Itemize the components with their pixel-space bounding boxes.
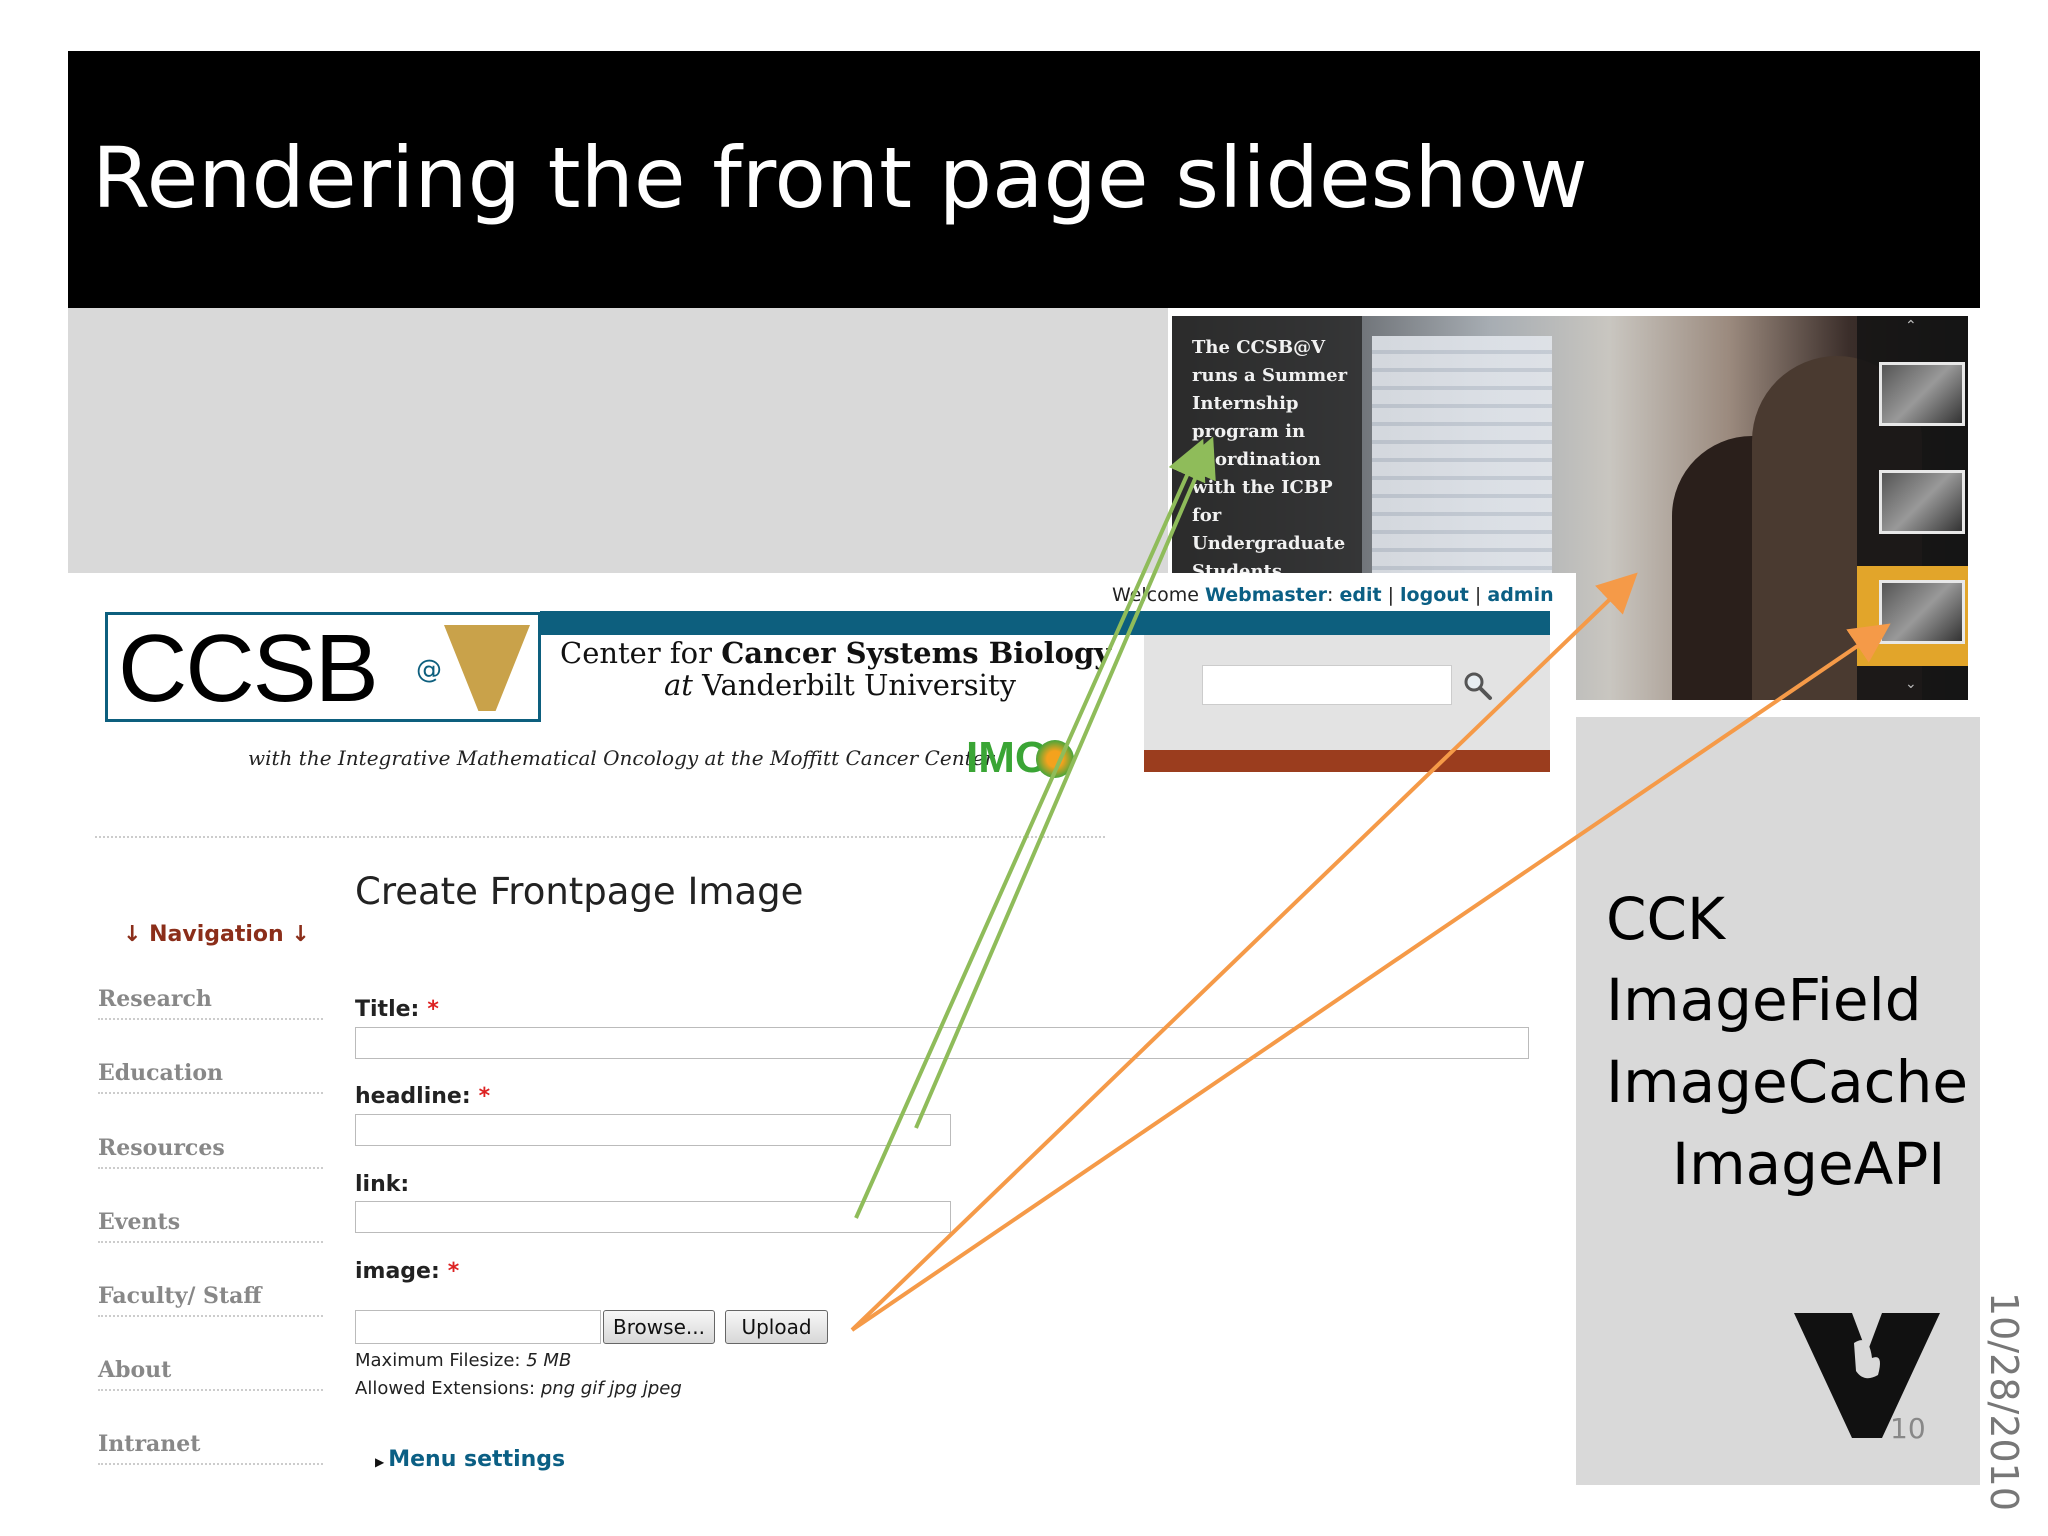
sidebar-item-resources[interactable]: Resources bbox=[98, 1135, 323, 1169]
chevron-up-icon[interactable]: ⌃ bbox=[1905, 318, 1917, 334]
triangle-right-icon: ▶ bbox=[375, 1455, 385, 1469]
image-file-field[interactable] bbox=[355, 1310, 601, 1344]
headline-field[interactable] bbox=[355, 1114, 951, 1146]
sidebar-item-education[interactable]: Education bbox=[98, 1060, 323, 1094]
allowed-extensions-help: Allowed Extensions: png gif jpg jpeg bbox=[355, 1378, 682, 1399]
slideshow-thumbnail[interactable] bbox=[1879, 470, 1965, 534]
browse-button[interactable]: Browse... bbox=[603, 1310, 715, 1344]
thumbnail-strip: ⌃ ⌄ bbox=[1857, 316, 1968, 700]
navigation-heading: ↓ Navigation ↓ bbox=[123, 922, 310, 947]
sidebar-item-events[interactable]: Events bbox=[98, 1209, 323, 1243]
grey-background-top bbox=[68, 308, 1168, 573]
link-field[interactable] bbox=[355, 1201, 951, 1233]
menu-settings-link[interactable]: ▶ Menu settings bbox=[375, 1447, 565, 1472]
vanderbilt-v-icon bbox=[444, 625, 530, 711]
image-label: image: * bbox=[355, 1259, 460, 1284]
module-cck: CCK bbox=[1606, 885, 1726, 953]
header-rust-bar bbox=[1144, 750, 1550, 772]
slideshow-thumbnail[interactable] bbox=[1879, 580, 1965, 644]
page-title: Create Frontpage Image bbox=[355, 870, 804, 913]
center-name-line2: at Vanderbilt University bbox=[664, 668, 1016, 702]
logo-text: CCSB bbox=[118, 615, 379, 722]
welcome-text: Welcome bbox=[1112, 584, 1199, 606]
title-field[interactable] bbox=[355, 1027, 1529, 1059]
module-imageapi: ImageAPI bbox=[1672, 1130, 1946, 1198]
admin-link[interactable]: admin bbox=[1487, 584, 1553, 606]
slide-title: Rendering the front page slideshow bbox=[92, 129, 1588, 227]
link-label: link: bbox=[355, 1172, 410, 1197]
title-label: Title: * bbox=[355, 997, 439, 1022]
edit-link[interactable]: edit bbox=[1339, 584, 1381, 606]
welcome-bar: Welcome Webmaster: edit | logout | admin bbox=[1112, 584, 1554, 606]
upload-button[interactable]: Upload bbox=[725, 1310, 828, 1344]
sidebar-item-about[interactable]: About bbox=[98, 1357, 323, 1391]
chevron-down-icon[interactable]: ⌄ bbox=[1905, 676, 1917, 692]
sidebar-item-intranet[interactable]: Intranet bbox=[98, 1431, 323, 1465]
header-teal-bar bbox=[540, 611, 1550, 635]
center-name-line1: Center for Cancer Systems Biology bbox=[560, 636, 1112, 670]
sidebar-item-research[interactable]: Research bbox=[98, 986, 323, 1020]
username-link[interactable]: Webmaster bbox=[1205, 584, 1327, 606]
site-logo[interactable]: CCSB @ bbox=[105, 612, 541, 722]
slideshow-thumbnail[interactable] bbox=[1879, 362, 1965, 426]
header-divider bbox=[95, 836, 1105, 838]
slideshow-caption: The CCSB@V runs a Summer Internship prog… bbox=[1192, 337, 1348, 582]
page-number: 10 bbox=[1890, 1412, 1926, 1445]
search-icon[interactable] bbox=[1462, 670, 1494, 702]
max-filesize-help: Maximum Filesize: 5 MB bbox=[355, 1350, 572, 1371]
headline-label: headline: * bbox=[355, 1084, 491, 1109]
search-input[interactable] bbox=[1202, 665, 1452, 705]
module-imagecache: ImageCache bbox=[1606, 1048, 1969, 1116]
module-imagefield: ImageField bbox=[1606, 966, 1922, 1034]
imo-affiliation: with the Integrative Mathematical Oncolo… bbox=[248, 746, 995, 770]
sidebar-item-faculty-staff[interactable]: Faculty/ Staff bbox=[98, 1283, 323, 1317]
logo-at: @ bbox=[416, 655, 442, 685]
logout-link[interactable]: logout bbox=[1400, 584, 1469, 606]
slide-date: 10/28/2010 bbox=[1982, 1292, 2026, 1512]
imo-logo-icon bbox=[1036, 740, 1074, 778]
